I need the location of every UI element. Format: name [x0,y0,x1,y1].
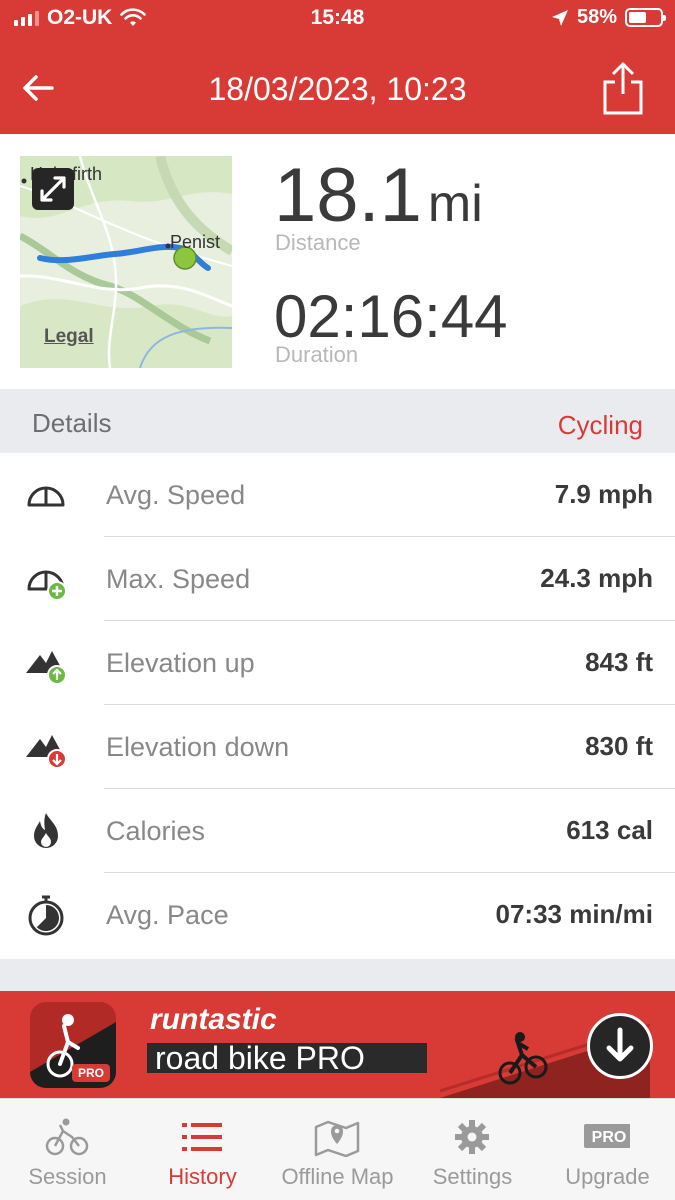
expand-icon [40,176,66,202]
detail-label: Calories [106,816,206,846]
tab-label: Settings [432,1164,513,1189]
detail-label: Elevation down [106,732,290,762]
battery-fill [629,12,647,23]
list-icon [182,1123,222,1151]
stopwatch-icon [28,895,64,936]
cyclist-icon [45,1118,89,1156]
detail-row-calories: Calories 613 cal [0,789,675,873]
tab-session[interactable]: Session [0,1099,135,1200]
activity-type[interactable]: Cycling [558,410,643,441]
share-icon[interactable] [601,60,645,116]
distance-label: Distance [275,230,361,255]
expand-map-button[interactable] [32,168,74,210]
detail-label: Avg. Pace [106,900,229,930]
tab-upgrade[interactable]: PRO Upgrade [540,1099,675,1200]
tab-label: Upgrade [565,1164,650,1189]
detail-value: 24.3 mph [540,563,653,593]
app-icon-pro-tag: PRO [71,1064,110,1082]
status-bar: O2-UK 15:48 58% [0,0,675,38]
promo-banner[interactable]: PRO runtastic road bike PRO [0,991,675,1098]
elevation-down-icon [26,735,67,769]
banner-product-name: road bike PRO [147,1042,427,1074]
gear-icon [455,1120,489,1154]
distance-number: 18.1 [274,153,422,238]
banner-brand: runtastic [150,1003,277,1036]
tab-label: History [168,1164,237,1189]
header-bar: 18/03/2023, 10:23 [0,38,675,134]
status-right: 58% [551,6,666,29]
detail-value: 613 cal [566,815,653,845]
speedometer-plus-icon [27,570,67,601]
battery-percentage: 58% [576,6,617,28]
detail-row-max-speed: Max. Speed 24.3 mph [0,537,675,621]
route-map-thumbnail[interactable]: Holmfirth Penist Legal [20,156,232,368]
detail-row-avg-pace: Avg. Pace 07:33 min/mi [0,873,675,957]
detail-label: Max. Speed [106,564,251,594]
map-place-label: Penist [170,232,221,252]
offline-map-icon [314,1120,360,1157]
flame-icon [34,813,58,848]
detail-value: 07:33 min/mi [495,899,653,929]
detail-row-avg-speed: Avg. Speed 7.9 mph [0,453,675,537]
details-section-header: Details Cycling [0,389,675,453]
detail-value: 843 ft [585,647,653,677]
tab-history[interactable]: History [135,1099,270,1200]
duration-label: Duration [275,342,359,367]
battery-icon [625,8,666,27]
download-arrow-icon [606,1027,634,1062]
detail-label: Avg. Speed [106,480,246,510]
location-arrow-icon [551,9,568,26]
pro-badge-icon: PRO [584,1124,630,1148]
page-title: 18/03/2023, 10:23 [208,71,467,107]
detail-row-elevation-down: Elevation down 830 ft [0,705,675,789]
pro-badge-text: PRO [592,1129,627,1146]
tab-offline-map[interactable]: Offline Map [270,1099,405,1200]
tab-settings[interactable]: Settings [405,1099,540,1200]
section-spacer [0,959,675,991]
detail-value: 7.9 mph [554,479,653,509]
download-button[interactable] [587,1013,653,1079]
detail-row-elevation-up: Elevation up 843 ft [0,621,675,705]
elevation-up-icon [26,651,67,685]
distance-value: 18.1 mi [274,152,483,239]
tab-label: Offline Map [281,1164,394,1189]
map-legal-link[interactable]: Legal [44,326,94,348]
road-bike-app-icon: PRO [30,1002,116,1088]
speedometer-icon [27,486,65,507]
duration-value: 02:16:44 [274,283,508,350]
tab-label: Session [28,1164,107,1189]
distance-unit: mi [427,175,483,233]
details-title: Details [32,408,112,438]
bottom-tab-bar: Session History Offline Map Settings PRO… [0,1098,675,1200]
detail-label: Elevation up [106,648,255,678]
detail-value: 830 ft [585,731,653,761]
